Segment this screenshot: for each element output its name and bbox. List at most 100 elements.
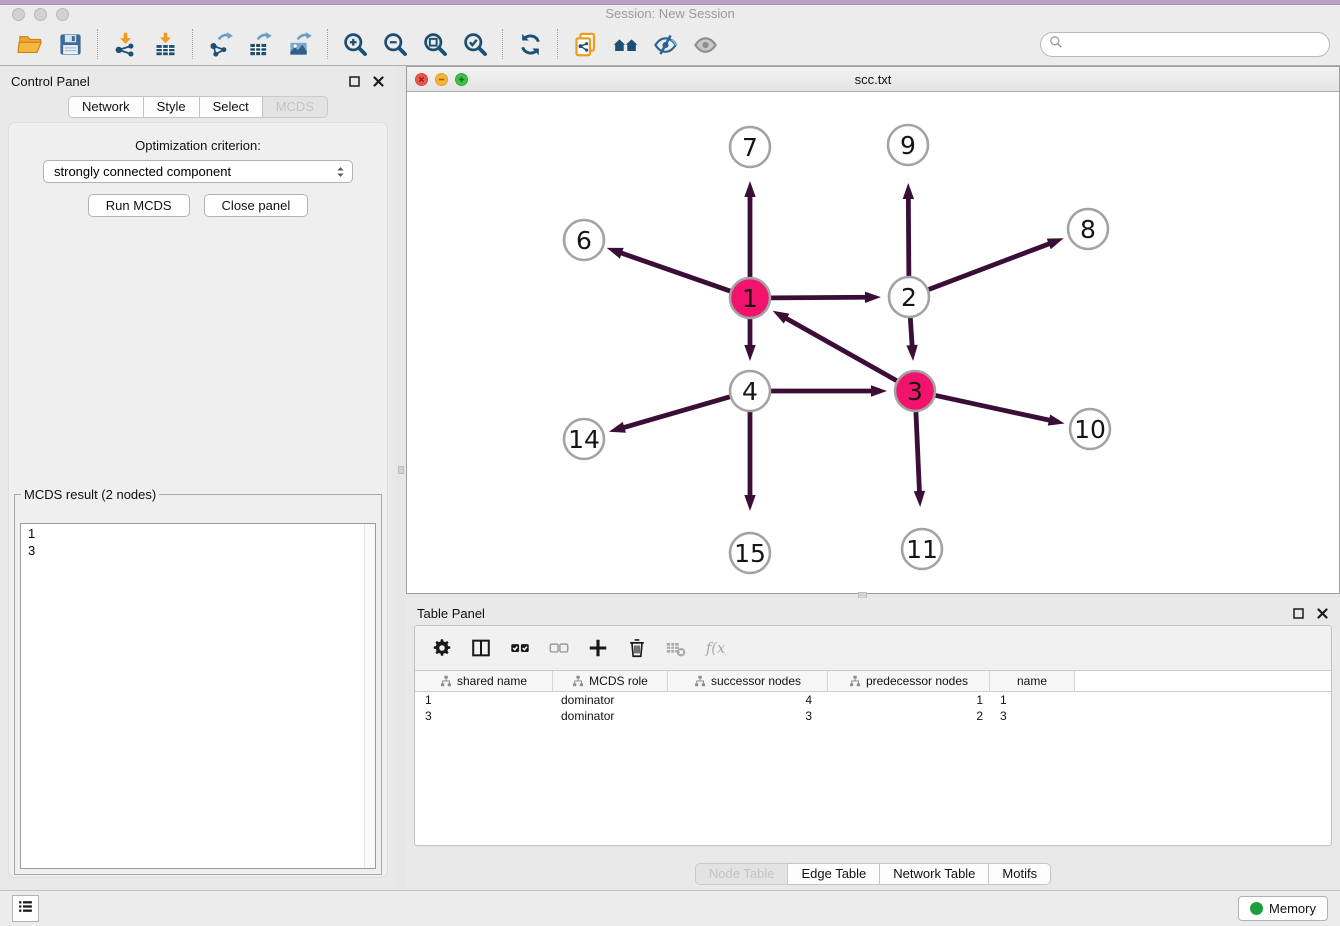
close-panel-button[interactable]: Close panel <box>204 194 309 217</box>
zoom-in-button[interactable] <box>335 26 375 62</box>
column-header-predecessor-nodes[interactable]: predecessor nodes <box>828 671 990 691</box>
deselect-all-columns-button[interactable] <box>544 633 574 663</box>
node-15[interactable]: 15 <box>730 533 770 573</box>
table-cell[interactable]: 1 <box>828 692 990 708</box>
tab-motifs[interactable]: Motifs <box>989 863 1051 885</box>
network-graph: 7 9 6 8 1 2 4 3 14 10 15 11 <box>407 92 1339 593</box>
close-table-panel-icon[interactable] <box>1316 607 1329 620</box>
node-6[interactable]: 6 <box>564 220 604 260</box>
node-11[interactable]: 11 <box>902 529 942 569</box>
table-row[interactable]: 1dominator411 <box>415 692 1331 708</box>
table-cell[interactable]: 1 <box>990 692 1075 708</box>
node-4[interactable]: 4 <box>730 371 770 411</box>
edge-3-10[interactable] <box>936 395 1065 425</box>
node-14[interactable]: 14 <box>564 419 604 459</box>
vertical-splitter[interactable] <box>396 66 406 890</box>
float-table-panel-icon[interactable] <box>1292 607 1305 620</box>
table-cell[interactable]: dominator <box>553 708 668 724</box>
tab-edge-table[interactable]: Edge Table <box>788 863 880 885</box>
node-8[interactable]: 8 <box>1068 209 1108 249</box>
export-network-button[interactable] <box>200 26 240 62</box>
select-all-icon <box>509 637 531 659</box>
add-icon <box>587 637 609 659</box>
open-session-button[interactable] <box>10 26 50 62</box>
node-1[interactable]: 1 <box>730 278 770 318</box>
import-table-button[interactable] <box>145 26 185 62</box>
run-mcds-button[interactable]: Run MCDS <box>88 194 190 217</box>
table-cell[interactable]: 3 <box>415 708 553 724</box>
control-panel: Control Panel NetworkStyleSelectMCDS Opt… <box>0 66 396 890</box>
refresh-button[interactable] <box>510 26 550 62</box>
edge-1-7[interactable] <box>744 181 755 277</box>
network-minimize-button[interactable] <box>435 73 448 86</box>
edge-4-15[interactable] <box>744 412 755 511</box>
close-panel-icon[interactable] <box>372 75 385 88</box>
export-table-icon <box>247 31 274 58</box>
network-close-button[interactable] <box>415 73 428 86</box>
node-10[interactable]: 10 <box>1070 409 1110 449</box>
optimization-criterion-select[interactable]: strongly connected component <box>43 160 353 183</box>
zoom-selected-button[interactable] <box>455 26 495 62</box>
search-input[interactable] <box>1064 37 1322 52</box>
delete-column-button[interactable] <box>622 633 652 663</box>
edge-1-6[interactable] <box>607 248 731 291</box>
column-header-successor-nodes[interactable]: successor nodes <box>668 671 828 691</box>
mcds-result-textarea[interactable]: 13 <box>20 523 376 869</box>
clone-network-button[interactable] <box>565 26 605 62</box>
network-canvas[interactable]: 7 9 6 8 1 2 4 3 14 10 15 11 <box>407 92 1339 593</box>
edge-2-9[interactable] <box>903 183 914 276</box>
node-9[interactable]: 9 <box>888 125 928 165</box>
float-panel-icon[interactable] <box>348 75 361 88</box>
edge-2-3[interactable] <box>906 318 917 361</box>
window-title: Session: New Session <box>0 6 1340 21</box>
node-2[interactable]: 2 <box>889 277 929 317</box>
edge-3-11[interactable] <box>914 412 925 507</box>
vertical-splitter-handle[interactable] <box>398 466 404 474</box>
zoom-out-button[interactable] <box>375 26 415 62</box>
task-history-button[interactable] <box>12 895 39 922</box>
select-all-columns-button[interactable] <box>505 633 535 663</box>
svg-text:15: 15 <box>734 539 766 568</box>
add-column-button[interactable] <box>583 633 613 663</box>
tab-network-table[interactable]: Network Table <box>880 863 989 885</box>
node-7[interactable]: 7 <box>730 127 770 167</box>
table-cell[interactable]: dominator <box>553 692 668 708</box>
edge-4-14[interactable] <box>609 397 730 433</box>
column-header-shared-name[interactable]: shared name <box>415 671 553 691</box>
tab-select[interactable]: Select <box>200 96 263 118</box>
tab-style[interactable]: Style <box>144 96 200 118</box>
memory-button[interactable]: Memory <box>1238 896 1328 921</box>
tab-network[interactable]: Network <box>68 96 144 118</box>
export-table-button[interactable] <box>240 26 280 62</box>
tab-mcds[interactable]: MCDS <box>263 96 328 118</box>
home-button[interactable] <box>605 26 645 62</box>
hide-panels-button[interactable] <box>645 26 685 62</box>
save-session-button[interactable] <box>50 26 90 62</box>
tab-node-table[interactable]: Node Table <box>695 863 789 885</box>
zoom-fit-button[interactable] <box>415 26 455 62</box>
edge-4-3[interactable] <box>771 385 887 396</box>
table-cell[interactable]: 3 <box>668 708 828 724</box>
edge-1-4[interactable] <box>744 319 755 361</box>
edge-2-8[interactable] <box>929 238 1064 289</box>
column-label: shared name <box>457 674 527 688</box>
toolbar-separator <box>502 29 503 59</box>
table-cell[interactable]: 4 <box>668 692 828 708</box>
table-cell[interactable]: 2 <box>828 708 990 724</box>
show-columns-button[interactable] <box>466 633 496 663</box>
result-scrollbar[interactable] <box>364 524 375 868</box>
column-header-name[interactable]: name <box>990 671 1075 691</box>
export-image-button[interactable] <box>280 26 320 62</box>
import-network-button[interactable] <box>105 26 145 62</box>
table-cell[interactable]: 1 <box>415 692 553 708</box>
network-zoom-button[interactable] <box>455 73 468 86</box>
node-3[interactable]: 3 <box>895 371 935 411</box>
mcds-panel: Optimization criterion: strongly connect… <box>8 122 388 878</box>
toolbar-separator <box>97 29 98 59</box>
table-row[interactable]: 3dominator323 <box>415 708 1331 724</box>
table-cell[interactable]: 3 <box>990 708 1075 724</box>
column-header-MCDS-role[interactable]: MCDS role <box>553 671 668 691</box>
table-settings-button[interactable] <box>427 633 457 663</box>
edge-1-2[interactable] <box>771 292 881 303</box>
edge-3-1[interactable] <box>773 311 897 381</box>
